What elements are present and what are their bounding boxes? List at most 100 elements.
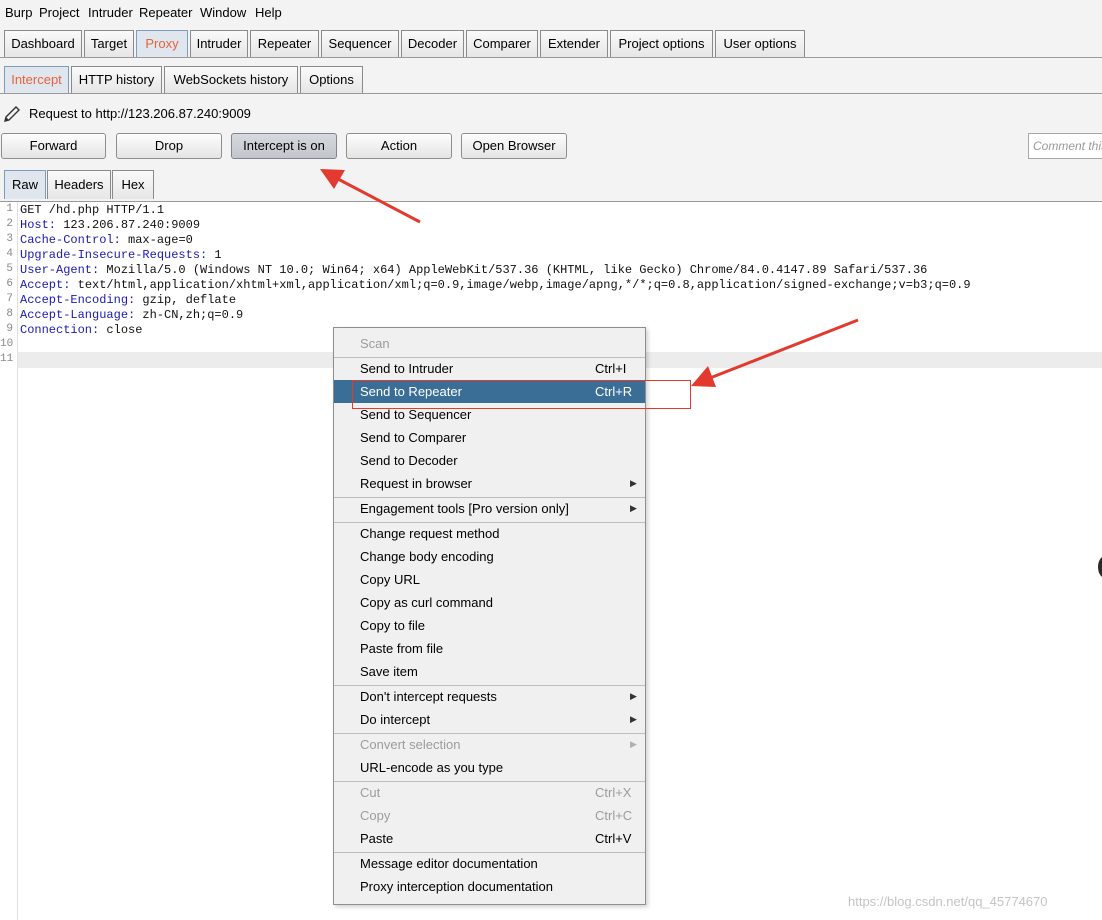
- menu-item-change-request-method[interactable]: Change request method: [334, 522, 645, 545]
- menu-item-proxy-interception-docs[interactable]: Proxy interception documentation: [334, 875, 645, 898]
- watermark: https://blog.csdn.net/qq_45774670: [848, 894, 1048, 909]
- submenu-arrow-icon: ▶: [630, 691, 637, 701]
- header-line: Upgrade-Insecure-Requests: 1: [20, 248, 222, 262]
- line-number: 11: [0, 353, 14, 365]
- submenu-arrow-icon: ▶: [630, 478, 637, 488]
- tab-proxy[interactable]: Proxy: [136, 30, 188, 57]
- header-value: 1: [207, 248, 222, 262]
- menu-item-do-intercept[interactable]: Do intercept ▶: [334, 708, 645, 731]
- header-value: max-age=0: [120, 233, 193, 247]
- menu-item-paste-from-file[interactable]: Paste from file: [334, 637, 645, 660]
- comment-field[interactable]: Comment this item: [1028, 133, 1102, 159]
- tab-intercept[interactable]: Intercept: [4, 66, 69, 93]
- menu-item-url-encode-as-you-type[interactable]: URL-encode as you type: [334, 756, 645, 779]
- menu-item-copy-to-file[interactable]: Copy to file: [334, 614, 645, 637]
- line-number: 8: [6, 308, 13, 320]
- line-number: 7: [6, 293, 13, 305]
- forward-button[interactable]: Forward: [1, 133, 106, 159]
- open-browser-button[interactable]: Open Browser: [461, 133, 567, 159]
- header-name: Accept-Encoding:: [20, 293, 136, 307]
- request-line: GET /hd.php HTTP/1.1: [20, 203, 164, 217]
- tab-project-options[interactable]: Project options: [610, 30, 713, 57]
- tab-comparer[interactable]: Comparer: [466, 30, 538, 57]
- menu-item-label: URL-encode as you type: [360, 760, 504, 775]
- menu-item-send-to-comparer[interactable]: Send to Comparer: [334, 426, 645, 449]
- submenu-arrow-icon: ▶: [630, 503, 637, 513]
- header-name: Host:: [20, 218, 57, 232]
- menu-item-convert-selection[interactable]: Convert selection ▶: [334, 733, 645, 756]
- tab-user-options[interactable]: User options: [715, 30, 805, 57]
- header-value: zh-CN,zh;q=0.9: [135, 308, 244, 322]
- menu-project[interactable]: Project: [39, 5, 79, 20]
- menu-item-copy[interactable]: Copy Ctrl+C: [334, 804, 645, 827]
- header-line: Host: 123.206.87.240:9009: [20, 218, 200, 232]
- tab-extender[interactable]: Extender: [540, 30, 608, 57]
- tab-repeater[interactable]: Repeater: [250, 30, 319, 57]
- tab-dashboard[interactable]: Dashboard: [4, 30, 82, 57]
- message-view-tabs: Raw Headers Hex: [0, 170, 1102, 202]
- tab-decoder[interactable]: Decoder: [401, 30, 464, 57]
- line-number: 1: [6, 203, 13, 215]
- menu-help[interactable]: Help: [255, 5, 282, 20]
- tab-intruder[interactable]: Intruder: [190, 30, 248, 57]
- menu-item-dont-intercept[interactable]: Don't intercept requests ▶: [334, 685, 645, 708]
- menu-window[interactable]: Window: [200, 5, 246, 20]
- menu-item-label: Copy to file: [360, 618, 426, 633]
- menu-item-label: Cut: [360, 785, 381, 800]
- menu-item-label: Send to Decoder: [360, 453, 458, 468]
- tab-websockets-history[interactable]: WebSockets history: [164, 66, 298, 93]
- menu-item-change-body-encoding[interactable]: Change body encoding: [334, 545, 645, 568]
- menu-item-message-editor-docs[interactable]: Message editor documentation: [334, 852, 645, 875]
- menu-item-label: Change body encoding: [360, 549, 494, 564]
- menu-item-label: Copy URL: [360, 572, 420, 587]
- menu-item-cut[interactable]: Cut Ctrl+X: [334, 781, 645, 804]
- menu-item-label: Save item: [360, 664, 418, 679]
- menu-item-label: Change request method: [360, 526, 500, 541]
- action-button[interactable]: Action: [346, 133, 452, 159]
- menu-burp[interactable]: Burp: [5, 5, 32, 20]
- menu-item-label: Paste: [360, 831, 394, 846]
- header-name: User-Agent:: [20, 263, 100, 277]
- context-menu: Scan Send to Intruder Ctrl+I Send to Repe…: [333, 327, 646, 905]
- tab-sequencer[interactable]: Sequencer: [321, 30, 399, 57]
- header-value: Mozilla/5.0 (Windows NT 10.0; Win64; x64…: [99, 263, 928, 277]
- header-line: User-Agent: Mozilla/5.0 (Windows NT 10.0…: [20, 263, 927, 277]
- intercept-toggle-button[interactable]: Intercept is on: [231, 133, 337, 159]
- line-number: 4: [6, 248, 13, 260]
- header-value: close: [99, 323, 143, 337]
- line-number: 10: [0, 338, 14, 350]
- menu-item-send-to-decoder[interactable]: Send to Decoder: [334, 449, 645, 472]
- line-number-gutter: 1 2 3 4 5 6 7 8 9 10 11: [0, 202, 18, 920]
- menu-item-shortcut: Ctrl+X: [595, 785, 632, 800]
- tab-headers[interactable]: Headers: [47, 170, 111, 199]
- menu-item-engagement-tools[interactable]: Engagement tools [Pro version only] ▶: [334, 497, 645, 520]
- tab-raw[interactable]: Raw: [4, 170, 46, 199]
- menu-item-label: Message editor documentation: [360, 856, 538, 871]
- line-number: 9: [6, 323, 13, 335]
- menu-item-copy-as-curl[interactable]: Copy as curl command: [334, 591, 645, 614]
- header-value: gzip, deflate: [135, 293, 237, 307]
- header-name: Accept:: [20, 278, 71, 292]
- menu-item-send-to-intruder[interactable]: Send to Intruder Ctrl+I: [334, 357, 645, 380]
- menu-item-label: Copy: [360, 808, 391, 823]
- menu-item-save-item[interactable]: Save item: [334, 660, 645, 683]
- menu-item-copy-url[interactable]: Copy URL: [334, 568, 645, 591]
- tab-http-history[interactable]: HTTP history: [71, 66, 162, 93]
- menu-item-request-in-browser[interactable]: Request in browser ▶: [334, 472, 645, 495]
- header-line: Accept: text/html,application/xhtml+xml,…: [20, 278, 971, 292]
- menu-item-scan[interactable]: Scan: [334, 332, 645, 355]
- menu-item-paste[interactable]: Paste Ctrl+V: [334, 827, 645, 850]
- menu-intruder[interactable]: Intruder: [88, 5, 133, 20]
- drop-button[interactable]: Drop: [116, 133, 222, 159]
- tab-hex[interactable]: Hex: [112, 170, 154, 199]
- menu-item-label: Request in browser: [360, 476, 472, 491]
- menu-item-label: Do intercept: [360, 712, 431, 727]
- menu-repeater[interactable]: Repeater: [139, 5, 192, 20]
- tab-target[interactable]: Target: [84, 30, 134, 57]
- menu-item-label: Scan: [360, 336, 390, 351]
- header-name: Accept-Language:: [20, 308, 136, 322]
- tab-options[interactable]: Options: [300, 66, 363, 93]
- menu-item-shortcut: Ctrl+C: [595, 808, 633, 823]
- header-name: Cache-Control:: [20, 233, 121, 247]
- menu-item-label: Don't intercept requests: [360, 689, 497, 704]
